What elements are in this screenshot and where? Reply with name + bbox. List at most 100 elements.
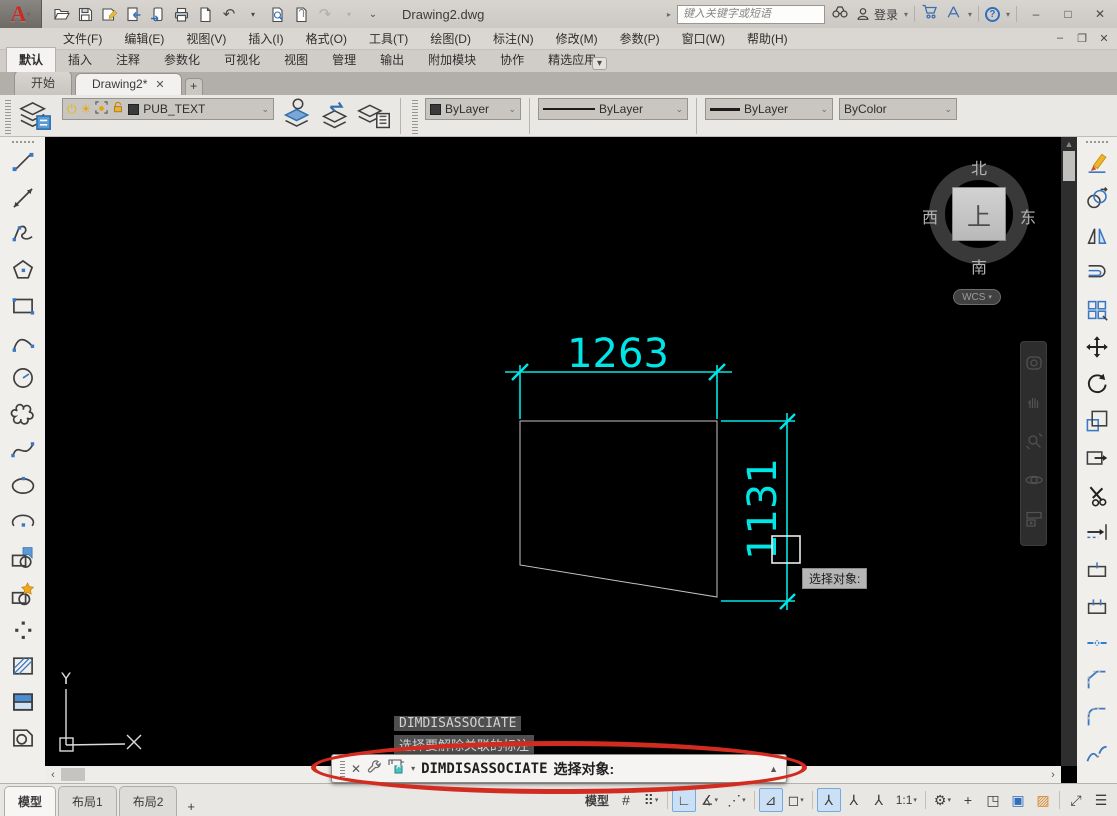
layer-isolate-icon[interactable]	[95, 101, 108, 117]
file-tab-close-icon[interactable]: ✕	[155, 78, 164, 91]
linetype-dropdown[interactable]: ByLayer ⌄	[538, 98, 688, 120]
isolate-objects-toggle[interactable]: ◳	[981, 788, 1005, 812]
maximize-button[interactable]: □	[1055, 4, 1081, 24]
app-store-cart-icon[interactable]	[921, 3, 939, 25]
share-icon[interactable]	[945, 4, 962, 25]
panel-grip[interactable]	[412, 100, 418, 134]
layer-states-icon[interactable]	[356, 98, 392, 132]
scroll-right-icon[interactable]: ›	[1045, 769, 1061, 781]
tool-line[interactable]	[6, 146, 40, 182]
menu-item-9[interactable]: 参数(P)	[609, 28, 671, 50]
redo-icon[interactable]: ↷	[314, 3, 336, 25]
annotation-scale-toggle[interactable]: 1:1▾	[892, 788, 921, 812]
layer-properties-icon[interactable]	[18, 98, 56, 134]
close-button[interactable]: ✕	[1087, 4, 1113, 24]
viewcube-east[interactable]: 东	[1017, 204, 1039, 224]
layer-on-bulb-icon[interactable]: ⏻	[67, 102, 77, 117]
autoscale-toggle[interactable]: ⅄	[842, 788, 866, 812]
tool-arc[interactable]	[6, 326, 40, 362]
menu-item-7[interactable]: 标注(N)	[482, 28, 545, 50]
qat-customize-icon[interactable]: ⌄	[362, 3, 384, 25]
menu-item-2[interactable]: 视图(V)	[175, 28, 237, 50]
layout-tab-2[interactable]: 布局2	[119, 786, 178, 816]
help-menu-icon[interactable]: ▾	[1006, 10, 1010, 19]
zoom-icon[interactable]	[1024, 431, 1044, 456]
save-as-icon[interactable]	[98, 3, 120, 25]
ribbon-tab-8[interactable]: 附加模块	[416, 48, 488, 72]
show-motion-icon[interactable]	[1024, 509, 1044, 534]
tool-erase[interactable]	[1080, 146, 1114, 183]
layer-lock-icon[interactable]	[112, 101, 124, 117]
graphics-performance-toggle[interactable]: ▣	[1006, 788, 1030, 812]
make-current-layer-icon[interactable]	[280, 98, 316, 132]
new-layout-button[interactable]: +	[179, 797, 203, 816]
plot-preview-icon[interactable]	[266, 3, 288, 25]
chevron-down-icon[interactable]: ⌄	[944, 104, 952, 115]
menu-item-11[interactable]: 帮助(H)	[736, 28, 799, 50]
layout-tab-1[interactable]: 布局1	[58, 786, 117, 816]
ortho-mode-toggle[interactable]: ∟	[672, 788, 696, 812]
open-from-web-icon[interactable]	[122, 3, 144, 25]
command-close-icon[interactable]: ✕	[351, 762, 361, 776]
ribbon-tab-6[interactable]: 管理	[320, 48, 368, 72]
dimension-value-vertical[interactable]: 1131	[740, 458, 786, 560]
annotation-scale-flag-toggle[interactable]: ⅄	[867, 788, 891, 812]
search-icon[interactable]	[831, 3, 849, 26]
help-icon[interactable]	[985, 7, 1000, 22]
menu-item-6[interactable]: 绘图(D)	[419, 28, 482, 50]
tool-construction-line[interactable]	[6, 182, 40, 218]
menu-item-4[interactable]: 格式(O)	[295, 28, 358, 50]
ribbon-tab-2[interactable]: 注释	[104, 48, 152, 72]
share-menu-icon[interactable]: ▾	[968, 10, 972, 19]
plus-toggle[interactable]: +	[956, 788, 980, 812]
ribbon-tab-1[interactable]: 插入	[56, 48, 104, 72]
model-space-button[interactable]: 模型	[581, 788, 613, 812]
tool-ellipse[interactable]	[6, 470, 40, 506]
tool-polygon[interactable]	[6, 254, 40, 290]
tool-trim[interactable]	[1080, 479, 1114, 516]
ribbon-tab-4[interactable]: 可视化	[212, 48, 272, 72]
tool-rectangle[interactable]	[6, 290, 40, 326]
save-to-web-icon[interactable]	[146, 3, 168, 25]
redo-history-icon[interactable]: ▾	[338, 3, 360, 25]
doc-minimize-icon[interactable]: –	[1051, 32, 1069, 45]
media-warning-toggle[interactable]: ▨	[1031, 788, 1055, 812]
file-tab-1[interactable]: Drawing2*✕	[75, 73, 182, 95]
sheet-set-icon[interactable]	[290, 3, 312, 25]
ribbon-tab-7[interactable]: 输出	[368, 48, 416, 72]
selection-cycling-toggle[interactable]: ◻▾	[784, 788, 808, 812]
layout-tab-0[interactable]: 模型	[4, 786, 56, 816]
drawing-canvas[interactable]: 1263 1131	[45, 137, 1077, 783]
tool-break-at-point[interactable]	[1080, 553, 1114, 590]
viewcube-top-face[interactable]: 上	[952, 187, 1006, 241]
tool-offset[interactable]	[1080, 257, 1114, 294]
save-icon[interactable]	[74, 3, 96, 25]
tool-break[interactable]	[1080, 590, 1114, 627]
tool-hatch[interactable]	[6, 650, 40, 686]
plot-style-dropdown[interactable]: ByColor ⌄	[839, 98, 957, 120]
layer-freeze-sun-icon[interactable]: ☀	[81, 102, 92, 116]
wcs-dropdown[interactable]: WCS▾	[953, 289, 1001, 305]
application-menu-button[interactable]: A▾	[0, 0, 42, 28]
undo-history-icon[interactable]: ▾	[242, 3, 264, 25]
tool-scale[interactable]	[1080, 405, 1114, 442]
open-icon[interactable]	[50, 3, 72, 25]
orbit-icon[interactable]	[1024, 470, 1044, 495]
sign-in-button[interactable]: 登录	[855, 6, 898, 23]
tool-mirror[interactable]	[1080, 220, 1114, 257]
doc-restore-icon[interactable]: ❐	[1073, 32, 1091, 45]
chevron-down-icon[interactable]: ⌄	[508, 104, 516, 115]
recent-commands-icon[interactable]	[388, 759, 405, 779]
ribbon-tab-0[interactable]: 默认	[6, 47, 56, 72]
customize-toggle[interactable]: ☰	[1089, 788, 1113, 812]
dynamic-input-toggle[interactable]: ⊿	[759, 788, 783, 812]
tool-rotate[interactable]	[1080, 368, 1114, 405]
menu-item-5[interactable]: 工具(T)	[358, 28, 419, 50]
previous-layer-icon[interactable]	[318, 98, 354, 132]
tool-polyline[interactable]	[6, 218, 40, 254]
viewcube-north[interactable]: 北	[968, 155, 990, 175]
grid-display-toggle[interactable]: #	[614, 788, 638, 812]
tool-stretch[interactable]	[1080, 442, 1114, 479]
horizontal-scroll-thumb[interactable]	[61, 768, 85, 781]
tool-extend[interactable]	[1080, 516, 1114, 553]
